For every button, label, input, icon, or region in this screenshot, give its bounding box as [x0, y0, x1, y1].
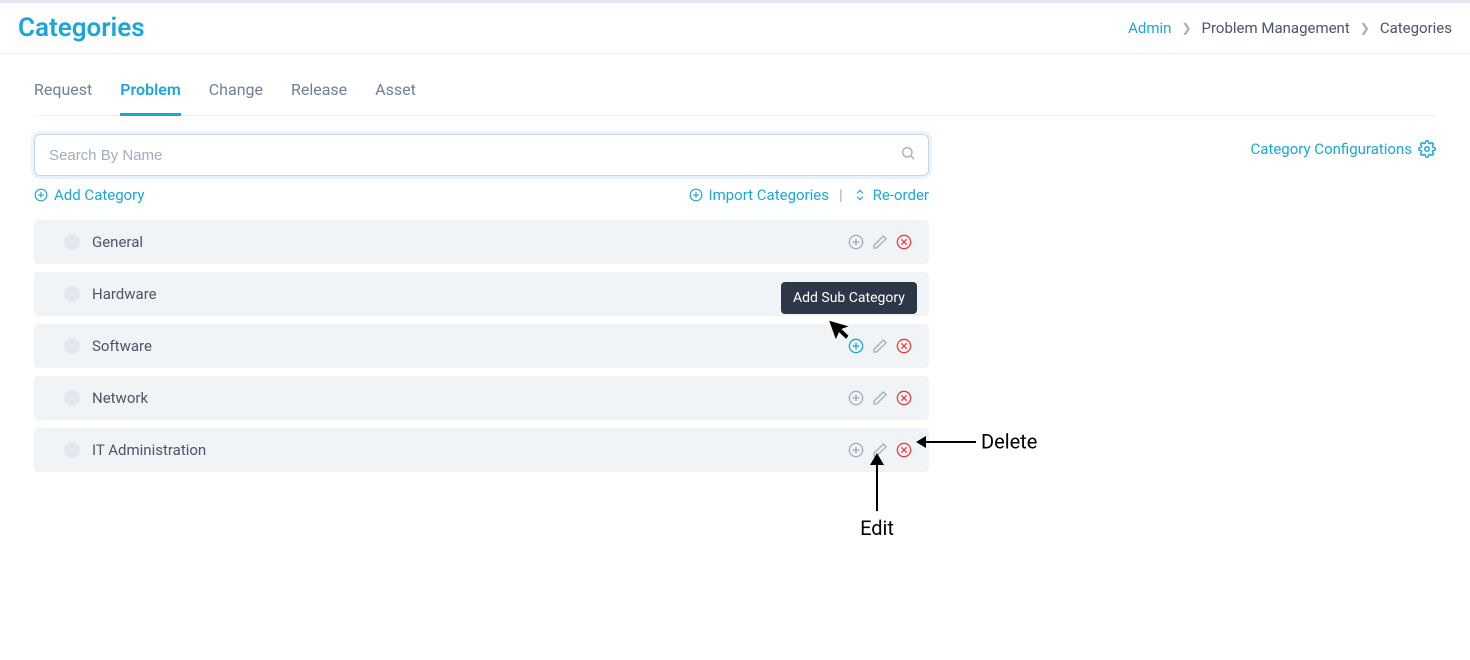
close-circle-icon [896, 338, 912, 354]
category-name: Software [92, 337, 152, 355]
list-item[interactable]: General [34, 220, 929, 264]
plus-circle-icon [848, 338, 864, 354]
edit-button[interactable] [871, 233, 889, 251]
tab-request[interactable]: Request [34, 80, 92, 115]
drag-handle-icon[interactable] [64, 286, 80, 302]
edit-button[interactable] [871, 389, 889, 407]
tab-change[interactable]: Change [209, 80, 263, 115]
tab-problem[interactable]: Problem [120, 80, 181, 116]
annotation-edit-label: Edit [857, 516, 897, 540]
pencil-icon [872, 338, 888, 354]
reorder-button[interactable]: Re-order [853, 186, 929, 204]
plus-circle-icon [689, 188, 703, 202]
pencil-icon [872, 442, 888, 458]
plus-circle-icon [848, 442, 864, 458]
plus-circle-icon [848, 390, 864, 406]
search-input[interactable] [49, 147, 888, 164]
list-item[interactable]: Network [34, 376, 929, 420]
delete-button[interactable] [895, 441, 913, 459]
drag-handle-icon[interactable] [64, 442, 80, 458]
import-categories-button[interactable]: Import Categories [689, 186, 829, 204]
add-sub-button[interactable] [847, 441, 865, 459]
category-name: IT Administration [92, 441, 206, 459]
breadcrumb-page: Categories [1380, 19, 1452, 37]
import-categories-label: Import Categories [709, 186, 829, 204]
category-name: Network [92, 389, 148, 407]
add-sub-button[interactable] [847, 233, 865, 251]
tabs: Request Problem Change Release Asset [34, 54, 1436, 116]
plus-circle-icon [34, 188, 48, 202]
add-category-label: Add Category [54, 186, 145, 204]
config-link-label: Category Configurations [1251, 140, 1412, 158]
breadcrumb-admin[interactable]: Admin [1128, 19, 1171, 37]
plus-circle-icon [848, 234, 864, 250]
pencil-icon [872, 390, 888, 406]
tab-asset[interactable]: Asset [375, 80, 416, 115]
search-icon[interactable] [900, 145, 916, 165]
close-circle-icon [896, 442, 912, 458]
search-wrap [34, 134, 929, 176]
delete-button[interactable] [895, 233, 913, 251]
drag-handle-icon[interactable] [64, 234, 80, 250]
edit-button[interactable] [871, 337, 889, 355]
reorder-label: Re-order [873, 186, 929, 204]
drag-handle-icon[interactable] [64, 390, 80, 406]
page-title: Categories [18, 13, 145, 43]
tab-release[interactable]: Release [291, 80, 347, 115]
tooltip-text: Add Sub Category [793, 290, 905, 306]
category-configurations-link[interactable]: Category Configurations [1251, 140, 1436, 158]
pencil-icon [872, 234, 888, 250]
sort-icon [853, 188, 867, 202]
close-circle-icon [896, 390, 912, 406]
gear-icon [1418, 140, 1436, 158]
breadcrumb: Admin ❯ Problem Management ❯ Categories [1128, 19, 1452, 37]
drag-handle-icon[interactable] [64, 338, 80, 354]
tooltip-add-sub: Add Sub Category [781, 282, 917, 314]
add-category-button[interactable]: Add Category [34, 186, 145, 204]
category-name: General [92, 233, 143, 251]
category-list: General Hardwar [34, 220, 929, 472]
list-item[interactable]: Software [34, 324, 929, 368]
toolbar-separator: | [839, 186, 843, 204]
breadcrumb-module[interactable]: Problem Management [1202, 19, 1350, 37]
delete-button[interactable] [895, 389, 913, 407]
list-item[interactable]: IT Administration [34, 428, 929, 472]
add-sub-button[interactable] [847, 337, 865, 355]
add-sub-button[interactable] [847, 389, 865, 407]
edit-button[interactable] [871, 441, 889, 459]
category-name: Hardware [92, 285, 157, 303]
chevron-right-icon: ❯ [1360, 21, 1370, 35]
delete-button[interactable] [895, 337, 913, 355]
page-header: Categories Admin ❯ Problem Management ❯ … [0, 3, 1470, 54]
list-toolbar: Add Category Import Categories | [34, 186, 929, 204]
close-circle-icon [896, 234, 912, 250]
chevron-right-icon: ❯ [1181, 21, 1191, 35]
